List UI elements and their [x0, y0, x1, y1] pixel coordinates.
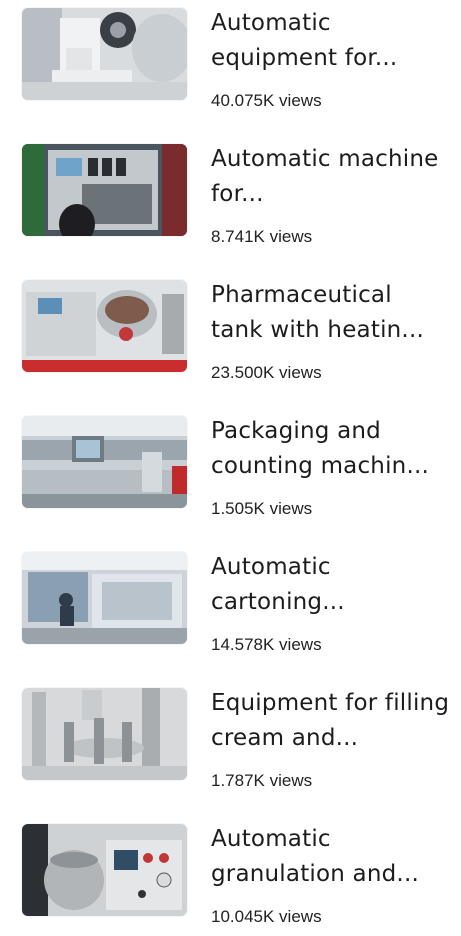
view-count: 8.741K views — [211, 227, 313, 246]
video-title[interactable]: Automatic equipment for... — [211, 6, 451, 76]
video-list-item[interactable]: Automatic equipment for... 40.075K views — [0, 0, 461, 120]
video-thumbnail[interactable] — [22, 824, 187, 916]
video-list-item[interactable]: Automatic cartoning... 14.578K views — [0, 544, 461, 664]
video-title[interactable]: Automatic granulation and... — [211, 822, 451, 892]
video-list-item[interactable]: Packaging and counting machin... 1.505K … — [0, 408, 461, 528]
video-title[interactable]: Automatic cartoning... — [211, 550, 451, 620]
video-title[interactable]: Automatic machine for... — [211, 142, 451, 212]
view-count: 1.787K views — [211, 771, 313, 790]
video-list-item[interactable]: Pharmaceutical tank with heatin... 23.50… — [0, 272, 461, 392]
view-count: 23.500K views — [211, 363, 322, 382]
video-title[interactable]: Equipment for filling cream and... — [211, 686, 451, 756]
view-count: 10.045K views — [211, 907, 322, 926]
video-thumbnail[interactable] — [22, 8, 187, 100]
video-title[interactable]: Packaging and counting machin... — [211, 414, 451, 484]
video-thumbnail[interactable] — [22, 280, 187, 372]
video-list-item[interactable]: Automatic machine for... 8.741K views — [0, 136, 461, 256]
video-thumbnail[interactable] — [22, 144, 187, 236]
view-count: 40.075K views — [211, 91, 322, 110]
video-thumbnail[interactable] — [22, 552, 187, 644]
video-title[interactable]: Pharmaceutical tank with heatin... — [211, 278, 451, 348]
video-list-item[interactable]: Automatic granulation and... 10.045K vie… — [0, 816, 461, 936]
video-list-item[interactable]: Equipment for filling cream and... 1.787… — [0, 680, 461, 800]
video-thumbnail[interactable] — [22, 688, 187, 780]
view-count: 14.578K views — [211, 635, 322, 654]
video-thumbnail[interactable] — [22, 416, 187, 508]
view-count: 1.505K views — [211, 499, 313, 518]
